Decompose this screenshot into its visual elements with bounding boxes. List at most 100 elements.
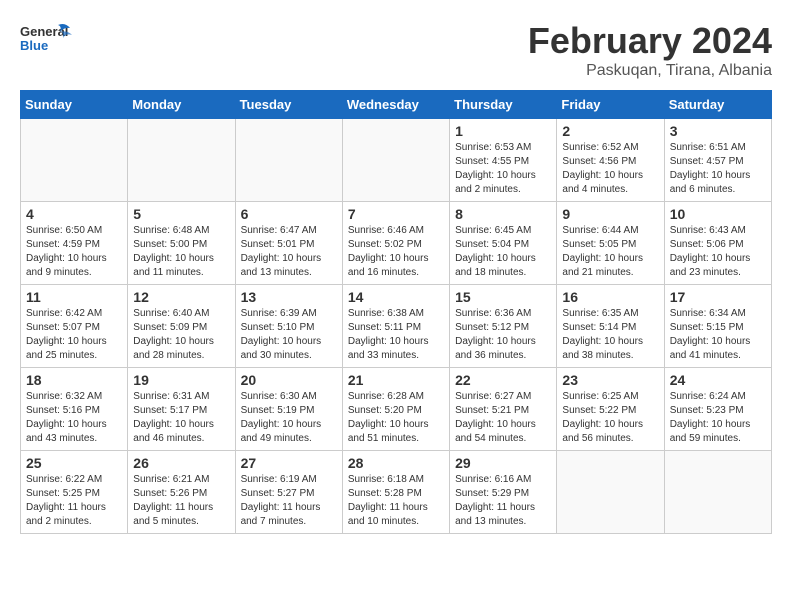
day-number: 17 [670,289,766,305]
calendar-cell: 22 Sunrise: 6:27 AMSunset: 5:21 PMDayligh… [450,368,557,451]
day-info: Sunrise: 6:18 AMSunset: 5:28 PMDaylight:… [348,473,444,529]
day-info: Sunrise: 6:35 AMSunset: 5:14 PMDaylight:… [562,307,658,363]
day-number: 12 [133,289,229,305]
weekday-header-saturday: Saturday [664,91,771,119]
day-number: 10 [670,206,766,222]
calendar-cell [235,119,342,202]
day-number: 23 [562,372,658,388]
calendar-cell: 28 Sunrise: 6:18 AMSunset: 5:28 PMDayligh… [342,451,449,534]
day-number: 29 [455,455,551,471]
day-number: 27 [241,455,337,471]
day-info: Sunrise: 6:50 AMSunset: 4:59 PMDaylight:… [26,224,122,280]
day-number: 19 [133,372,229,388]
day-info: Sunrise: 6:38 AMSunset: 5:11 PMDaylight:… [348,307,444,363]
weekday-header-monday: Monday [128,91,235,119]
day-number: 22 [455,372,551,388]
week-row-1: 1 Sunrise: 6:53 AMSunset: 4:55 PMDaylight… [21,119,772,202]
day-number: 28 [348,455,444,471]
logo: General Blue [20,20,75,60]
day-info: Sunrise: 6:28 AMSunset: 5:20 PMDaylight:… [348,390,444,446]
day-info: Sunrise: 6:16 AMSunset: 5:29 PMDaylight:… [455,473,551,529]
calendar-cell: 11 Sunrise: 6:42 AMSunset: 5:07 PMDayligh… [21,285,128,368]
title-area: February 2024 Paskuqan, Tirana, Albania [528,20,772,80]
day-info: Sunrise: 6:45 AMSunset: 5:04 PMDaylight:… [455,224,551,280]
day-number: 9 [562,206,658,222]
day-number: 6 [241,206,337,222]
calendar-cell: 4Sunrise: 6:50 AMSunset: 4:59 PMDaylight… [21,202,128,285]
logo-icon: General Blue [20,20,75,60]
day-number: 1 [455,123,551,139]
calendar-cell: 29 Sunrise: 6:16 AMSunset: 5:29 PMDayligh… [450,451,557,534]
weekday-header-sunday: Sunday [21,91,128,119]
day-info: Sunrise: 6:52 AMSunset: 4:56 PMDaylight:… [562,141,658,197]
day-info: Sunrise: 6:22 AMSunset: 5:25 PMDaylight:… [26,473,122,529]
calendar-cell: 8 Sunrise: 6:45 AMSunset: 5:04 PMDaylight… [450,202,557,285]
day-number: 8 [455,206,551,222]
day-info: Sunrise: 6:21 AMSunset: 5:26 PMDaylight:… [133,473,229,529]
calendar-cell: 9 Sunrise: 6:44 AMSunset: 5:05 PMDaylight… [557,202,664,285]
day-info: Sunrise: 6:47 AMSunset: 5:01 PMDaylight:… [241,224,337,280]
day-info: Sunrise: 6:39 AMSunset: 5:10 PMDaylight:… [241,307,337,363]
svg-text:Blue: Blue [20,38,48,53]
day-number: 5 [133,206,229,222]
week-row-3: 11 Sunrise: 6:42 AMSunset: 5:07 PMDayligh… [21,285,772,368]
day-number: 21 [348,372,444,388]
day-info: Sunrise: 6:30 AMSunset: 5:19 PMDaylight:… [241,390,337,446]
day-info: Sunrise: 6:19 AMSunset: 5:27 PMDaylight:… [241,473,337,529]
day-info: Sunrise: 6:48 AMSunset: 5:00 PMDaylight:… [133,224,229,280]
calendar-cell: 7 Sunrise: 6:46 AMSunset: 5:02 PMDaylight… [342,202,449,285]
day-info: Sunrise: 6:32 AMSunset: 5:16 PMDaylight:… [26,390,122,446]
calendar-cell: 2 Sunrise: 6:52 AMSunset: 4:56 PMDaylight… [557,119,664,202]
week-row-5: 25Sunrise: 6:22 AMSunset: 5:25 PMDayligh… [21,451,772,534]
calendar-cell: 14 Sunrise: 6:38 AMSunset: 5:11 PMDayligh… [342,285,449,368]
weekday-header-friday: Friday [557,91,664,119]
day-info: Sunrise: 6:27 AMSunset: 5:21 PMDaylight:… [455,390,551,446]
day-info: Sunrise: 6:34 AMSunset: 5:15 PMDaylight:… [670,307,766,363]
day-number: 20 [241,372,337,388]
calendar-cell [128,119,235,202]
day-info: Sunrise: 6:46 AMSunset: 5:02 PMDaylight:… [348,224,444,280]
day-number: 24 [670,372,766,388]
header: General Blue February 2024 Paskuqan, Tir… [20,20,772,80]
day-info: Sunrise: 6:51 AMSunset: 4:57 PMDaylight:… [670,141,766,197]
day-number: 3 [670,123,766,139]
calendar-cell: 5 Sunrise: 6:48 AMSunset: 5:00 PMDaylight… [128,202,235,285]
calendar-cell: 27 Sunrise: 6:19 AMSunset: 5:27 PMDayligh… [235,451,342,534]
day-info: Sunrise: 6:44 AMSunset: 5:05 PMDaylight:… [562,224,658,280]
day-info: Sunrise: 6:40 AMSunset: 5:09 PMDaylight:… [133,307,229,363]
weekday-header-tuesday: Tuesday [235,91,342,119]
day-number: 7 [348,206,444,222]
calendar-cell: 1 Sunrise: 6:53 AMSunset: 4:55 PMDaylight… [450,119,557,202]
calendar-cell [342,119,449,202]
day-number: 18 [26,372,122,388]
day-info: Sunrise: 6:36 AMSunset: 5:12 PMDaylight:… [455,307,551,363]
calendar-cell: 12 Sunrise: 6:40 AMSunset: 5:09 PMDayligh… [128,285,235,368]
calendar-cell: 10Sunrise: 6:43 AMSunset: 5:06 PMDayligh… [664,202,771,285]
day-number: 15 [455,289,551,305]
calendar-cell: 21 Sunrise: 6:28 AMSunset: 5:20 PMDayligh… [342,368,449,451]
day-number: 26 [133,455,229,471]
calendar-table: SundayMondayTuesdayWednesdayThursdayFrid… [20,90,772,534]
week-row-4: 18 Sunrise: 6:32 AMSunset: 5:16 PMDayligh… [21,368,772,451]
calendar-cell: 16Sunrise: 6:35 AMSunset: 5:14 PMDayligh… [557,285,664,368]
calendar-cell: 19 Sunrise: 6:31 AMSunset: 5:17 PMDayligh… [128,368,235,451]
calendar-cell [664,451,771,534]
calendar-cell: 13Sunrise: 6:39 AMSunset: 5:10 PMDayligh… [235,285,342,368]
day-number: 14 [348,289,444,305]
day-info: Sunrise: 6:53 AMSunset: 4:55 PMDaylight:… [455,141,551,197]
calendar-cell: 3 Sunrise: 6:51 AMSunset: 4:57 PMDaylight… [664,119,771,202]
calendar-cell: 20 Sunrise: 6:30 AMSunset: 5:19 PMDayligh… [235,368,342,451]
week-row-2: 4Sunrise: 6:50 AMSunset: 4:59 PMDaylight… [21,202,772,285]
day-info: Sunrise: 6:25 AMSunset: 5:22 PMDaylight:… [562,390,658,446]
day-info: Sunrise: 6:31 AMSunset: 5:17 PMDaylight:… [133,390,229,446]
day-number: 11 [26,289,122,305]
calendar-cell: 24 Sunrise: 6:24 AMSunset: 5:23 PMDayligh… [664,368,771,451]
weekday-header-thursday: Thursday [450,91,557,119]
day-info: Sunrise: 6:42 AMSunset: 5:07 PMDaylight:… [26,307,122,363]
day-info: Sunrise: 6:24 AMSunset: 5:23 PMDaylight:… [670,390,766,446]
calendar-cell: 15 Sunrise: 6:36 AMSunset: 5:12 PMDayligh… [450,285,557,368]
calendar-cell: 26 Sunrise: 6:21 AMSunset: 5:26 PMDayligh… [128,451,235,534]
calendar-cell: 17 Sunrise: 6:34 AMSunset: 5:15 PMDayligh… [664,285,771,368]
day-number: 2 [562,123,658,139]
month-title: February 2024 [528,20,772,62]
